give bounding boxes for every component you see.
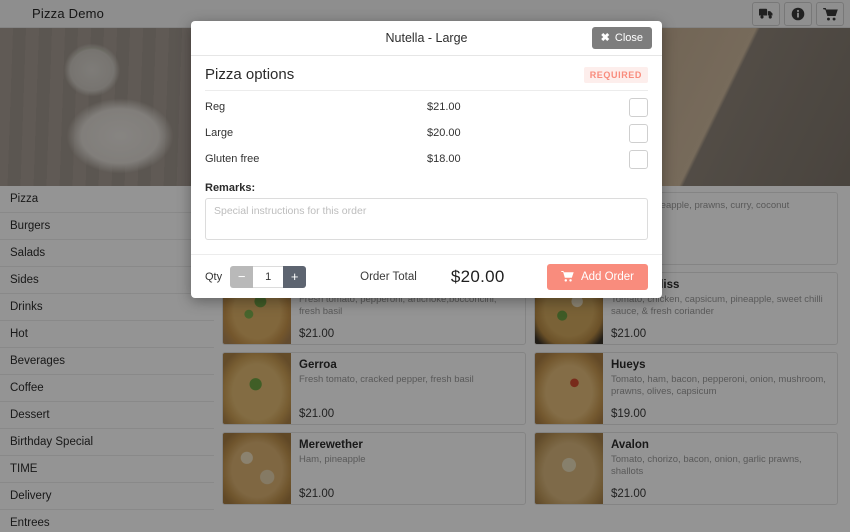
modal-footer: Qty − 1 + Order Total $20.00 Add Order — [191, 254, 662, 298]
order-total-label: Order Total — [360, 270, 417, 283]
option-row-gluten-free[interactable]: Gluten free $18.00 — [205, 149, 648, 169]
close-button-label: Close — [614, 32, 643, 44]
option-price: $20.00 — [427, 127, 461, 139]
option-name: Gluten free — [205, 153, 260, 165]
add-order-label: Add Order — [580, 270, 634, 283]
option-row-large[interactable]: Large $20.00 — [205, 123, 648, 143]
option-checkbox[interactable] — [629, 97, 648, 117]
qty-increase-button[interactable]: + — [283, 265, 307, 288]
close-button[interactable]: ✖ Close — [591, 27, 652, 49]
modal-body: Pizza options REQUIRED Reg $21.00 Large … — [191, 56, 662, 245]
options-title: Pizza options — [205, 66, 295, 83]
modal-title: Nutella - Large — [385, 31, 468, 45]
app-root: Pizza Demo Pizza Burgers Salads Sides Dr… — [0, 0, 850, 532]
close-x-icon: ✖ — [600, 31, 610, 44]
option-name: Reg — [205, 101, 226, 113]
option-price: $21.00 — [427, 101, 461, 113]
add-order-button[interactable]: Add Order — [546, 263, 648, 290]
qty-label: Qty — [205, 270, 223, 283]
option-checkbox[interactable] — [629, 149, 648, 169]
order-total-value: $20.00 — [450, 266, 505, 286]
remarks-input[interactable] — [205, 198, 648, 240]
option-row-reg[interactable]: Reg $21.00 — [205, 97, 648, 117]
option-name: Large — [205, 127, 234, 139]
remarks-label: Remarks: — [205, 182, 256, 194]
option-price: $18.00 — [427, 153, 461, 165]
qty-value[interactable]: 1 — [253, 265, 284, 288]
quantity-stepper: − 1 + — [230, 265, 307, 288]
cart-icon — [561, 271, 574, 282]
item-options-modal: Nutella - Large ✖ Close Pizza options RE… — [191, 21, 662, 298]
required-badge: REQUIRED — [583, 66, 648, 83]
option-checkbox[interactable] — [629, 123, 648, 143]
options-header: Pizza options REQUIRED — [205, 66, 648, 91]
modal-header: Nutella - Large ✖ Close — [191, 21, 662, 56]
qty-decrease-button[interactable]: − — [230, 265, 254, 288]
